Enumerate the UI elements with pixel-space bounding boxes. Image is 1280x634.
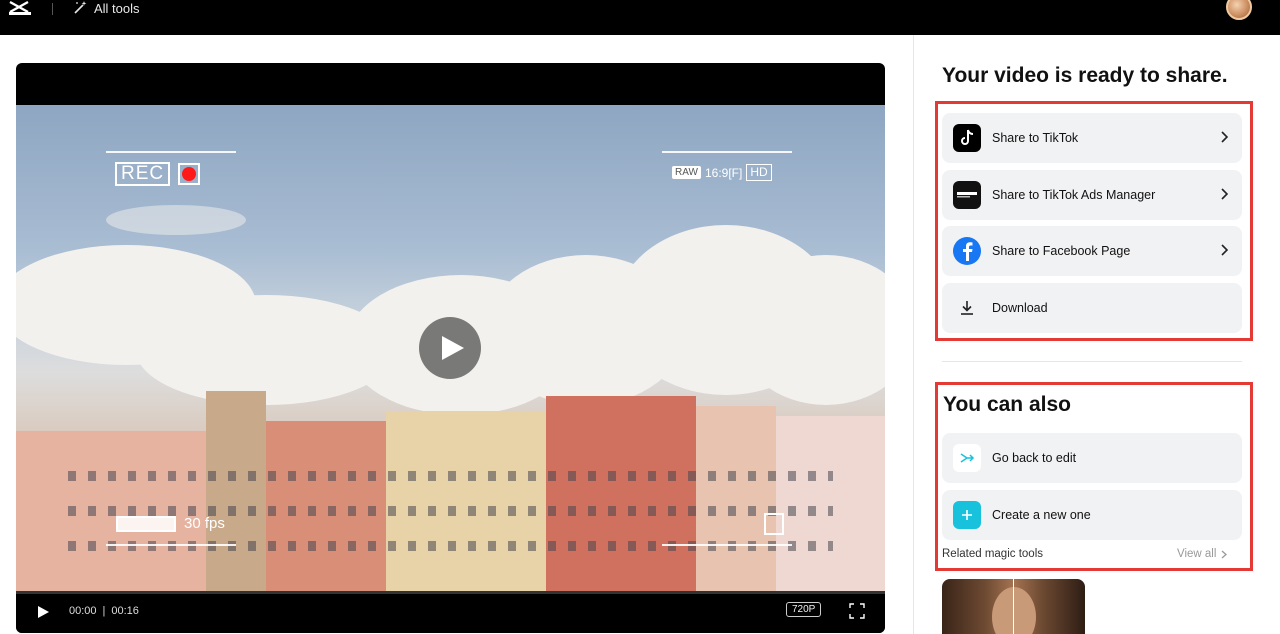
top-divider [52, 3, 53, 15]
also-title: You can also [943, 393, 1071, 416]
camera-info: RAW 16:9[F] HD [672, 164, 772, 181]
rec-dot-icon [178, 163, 201, 185]
magic-tool-thumbnail[interactable] [942, 579, 1085, 634]
fullscreen-icon[interactable] [849, 603, 865, 619]
rec-label: REC [115, 162, 171, 186]
fps-indicator: 30 fps [116, 515, 225, 532]
all-tools-button[interactable]: All tools [72, 0, 140, 16]
download-icon [953, 294, 981, 322]
aspect-label: 16:9[F] [704, 165, 743, 180]
tiktok-business-icon [953, 181, 981, 209]
progress-bar[interactable] [16, 591, 885, 594]
play-icon [441, 336, 464, 360]
hd-label: HD [746, 164, 772, 181]
view-all-label: View all [1177, 548, 1217, 560]
plus-icon [953, 501, 981, 529]
avatar[interactable] [1226, 0, 1252, 20]
share-tiktok-button[interactable]: Share to TikTok [942, 113, 1242, 163]
chevron-right-icon [1221, 244, 1228, 256]
share-tiktok-ads-button[interactable]: Share to TikTok Ads Manager [942, 170, 1242, 220]
section-divider [942, 361, 1242, 362]
create-new-button[interactable]: Create a new one [942, 490, 1242, 540]
raw-label: RAW [672, 166, 701, 179]
tiktok-icon [953, 124, 981, 152]
rec-indicator: REC [115, 162, 201, 186]
magic-wand-icon [74, 1, 87, 14]
time-separator: | [102, 605, 106, 617]
compare-divider [1013, 579, 1014, 634]
facebook-icon [953, 237, 981, 265]
view-all-link[interactable]: View all [1177, 548, 1228, 560]
current-time: 00:00 [69, 605, 97, 617]
play-overlay-button[interactable] [419, 317, 481, 379]
go-back-to-edit-label: Go back to edit [992, 451, 1077, 465]
duration: 00:16 [111, 605, 139, 617]
share-facebook-button[interactable]: Share to Facebook Page [942, 226, 1242, 276]
share-facebook-label: Share to Facebook Page [992, 244, 1131, 258]
create-new-label: Create a new one [992, 508, 1091, 522]
go-back-to-edit-button[interactable]: Go back to edit [942, 433, 1242, 483]
video-player[interactable]: REC RAW 16:9[F] HD 30 fps 00:00 | 00:16 … [16, 63, 885, 633]
fps-label: 30 fps [184, 515, 225, 532]
chevron-right-icon [1221, 550, 1228, 558]
download-button[interactable]: Download [942, 283, 1242, 333]
all-tools-label: All tools [94, 0, 140, 16]
quality-button[interactable]: 720P [786, 602, 822, 617]
sd-card-icon [764, 513, 784, 535]
share-tiktok-ads-label: Share to TikTok Ads Manager [992, 188, 1156, 202]
timecode: 00:00 | 00:16 [69, 605, 139, 617]
battery-bar [116, 515, 176, 532]
share-tiktok-label: Share to TikTok [992, 131, 1079, 145]
top-bar: All tools [0, 0, 1280, 35]
related-magic-tools-label: Related magic tools [942, 548, 1043, 560]
panel-divider [913, 35, 914, 634]
capcut-logo-icon[interactable] [8, 0, 32, 16]
chevron-right-icon [1221, 188, 1228, 200]
edit-icon [953, 444, 981, 472]
thumbnail-portrait [992, 587, 1036, 634]
chevron-right-icon [1221, 131, 1228, 143]
player-controls: 00:00 | 00:16 720P [16, 591, 885, 633]
download-label: Download [992, 301, 1048, 315]
play-button[interactable] [36, 605, 50, 619]
share-title: Your video is ready to share. [942, 64, 1228, 87]
